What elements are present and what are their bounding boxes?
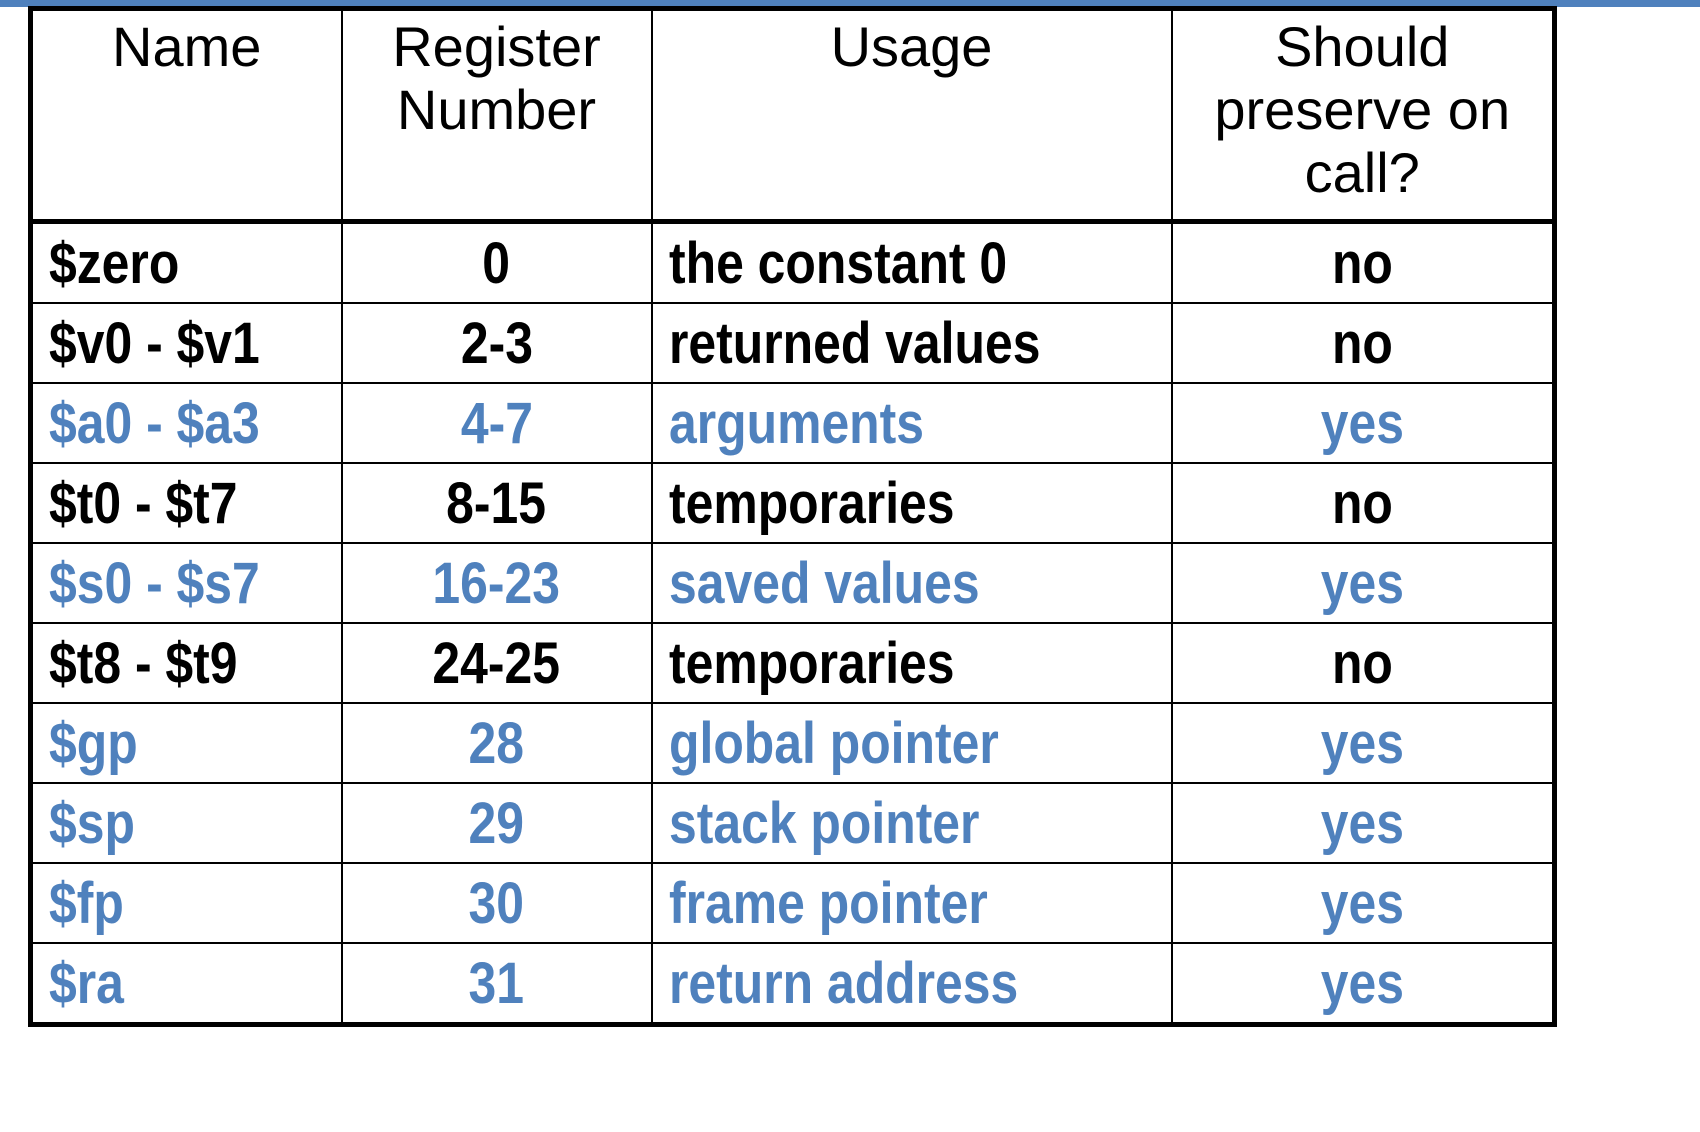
- table-row: $zero 0 the constant 0 no: [29, 220, 1556, 304]
- cell-preserve-text: no: [1331, 310, 1393, 376]
- table-row: $ra 31 return address yes: [29, 942, 1556, 1026]
- cell-register-name-text: $ra: [49, 950, 124, 1016]
- cell-register-number: 28: [340, 702, 653, 784]
- cell-preserve: no: [1170, 220, 1556, 304]
- cell-register-number-text: 24-25: [432, 630, 561, 696]
- cell-usage: global pointer: [650, 702, 1173, 784]
- cell-usage: temporaries: [650, 462, 1173, 544]
- cell-register-name: $sp: [29, 782, 343, 864]
- cell-usage-text: arguments: [668, 390, 924, 456]
- cell-usage-text: returned values: [668, 310, 1040, 376]
- table-row: $sp 29 stack pointer yes: [29, 782, 1556, 864]
- cell-preserve-text: yes: [1320, 870, 1404, 936]
- cell-usage: returned values: [650, 302, 1173, 384]
- cell-register-number: 2-3: [340, 302, 653, 384]
- table-row: $t0 - $t7 8-15 temporaries no: [29, 462, 1556, 544]
- register-table-container: Name Register Number Usage Should preser…: [28, 6, 1557, 1027]
- cell-register-name-text: $zero: [49, 230, 180, 296]
- cell-register-name: $fp: [29, 862, 343, 944]
- cell-register-name-text: $fp: [49, 870, 124, 936]
- cell-preserve: no: [1170, 302, 1556, 384]
- cell-preserve-text: no: [1331, 470, 1393, 536]
- cell-preserve-text: yes: [1320, 710, 1404, 776]
- cell-preserve-text: no: [1331, 630, 1393, 696]
- cell-register-number: 30: [340, 862, 653, 944]
- header-register-number: Register Number: [340, 7, 653, 223]
- cell-preserve: no: [1170, 462, 1556, 544]
- cell-preserve: yes: [1170, 862, 1556, 944]
- cell-preserve-text: yes: [1320, 950, 1404, 1016]
- cell-usage-text: return address: [668, 950, 1018, 1016]
- table-row: $v0 - $v1 2-3 returned values no: [29, 302, 1556, 384]
- cell-register-name: $ra: [29, 942, 343, 1026]
- cell-preserve: yes: [1170, 542, 1556, 624]
- cell-register-name-text: $t0 - $t7: [49, 470, 238, 536]
- cell-register-name: $a0 - $a3: [29, 382, 343, 464]
- cell-register-name-text: $a0 - $a3: [49, 390, 260, 456]
- cell-usage-text: temporaries: [668, 470, 955, 536]
- cell-register-number-text: 0: [482, 230, 511, 296]
- cell-preserve: yes: [1170, 782, 1556, 864]
- cell-register-name-text: $gp: [49, 710, 138, 776]
- cell-register-number-text: 30: [468, 870, 525, 936]
- cell-register-name-text: $sp: [49, 790, 135, 856]
- cell-preserve: yes: [1170, 942, 1556, 1026]
- header-name: Name: [29, 7, 343, 223]
- cell-register-number: 8-15: [340, 462, 653, 544]
- cell-usage: the constant 0: [650, 220, 1173, 304]
- cell-usage: temporaries: [650, 622, 1173, 704]
- cell-register-number-text: 8-15: [446, 470, 547, 536]
- cell-register-name: $v0 - $v1: [29, 302, 343, 384]
- cell-register-name-text: $v0 - $v1: [49, 310, 260, 376]
- cell-usage-text: frame pointer: [668, 870, 988, 936]
- cell-preserve: yes: [1170, 702, 1556, 784]
- cell-register-name-text: $s0 - $s7: [49, 550, 260, 616]
- cell-register-number-text: 31: [468, 950, 525, 1016]
- cell-register-name: $gp: [29, 702, 343, 784]
- cell-register-name: $t0 - $t7: [29, 462, 343, 544]
- cell-usage-text: stack pointer: [668, 790, 979, 856]
- cell-preserve-text: no: [1331, 230, 1393, 296]
- cell-preserve-text: yes: [1320, 390, 1404, 456]
- cell-register-number-text: 28: [468, 710, 525, 776]
- header-preserve-on-call: Should preserve on call?: [1170, 7, 1556, 223]
- cell-usage-text: the constant 0: [668, 230, 1007, 296]
- table-row: $t8 - $t9 24-25 temporaries no: [29, 622, 1556, 704]
- cell-usage: arguments: [650, 382, 1173, 464]
- cell-register-name: $s0 - $s7: [29, 542, 343, 624]
- cell-register-number: 4-7: [340, 382, 653, 464]
- cell-preserve: yes: [1170, 382, 1556, 464]
- cell-preserve-text: yes: [1320, 790, 1404, 856]
- cell-preserve-text: yes: [1320, 550, 1404, 616]
- table-header-row: Name Register Number Usage Should preser…: [29, 7, 1556, 223]
- cell-register-number-text: 29: [468, 790, 525, 856]
- table-row: $a0 - $a3 4-7 arguments yes: [29, 382, 1556, 464]
- cell-register-name-text: $t8 - $t9: [49, 630, 238, 696]
- cell-register-number-text: 2-3: [460, 310, 533, 376]
- mips-register-table: Name Register Number Usage Should preser…: [28, 6, 1557, 1027]
- cell-register-number: 29: [340, 782, 653, 864]
- cell-preserve: no: [1170, 622, 1556, 704]
- cell-register-name: $zero: [29, 220, 343, 304]
- cell-register-number: 24-25: [340, 622, 653, 704]
- cell-register-number-text: 4-7: [460, 390, 533, 456]
- cell-usage: stack pointer: [650, 782, 1173, 864]
- cell-usage: frame pointer: [650, 862, 1173, 944]
- cell-usage: return address: [650, 942, 1173, 1026]
- cell-register-number: 16-23: [340, 542, 653, 624]
- table-body: $zero 0 the constant 0 no $v0 - $v1 2-3 return…: [29, 220, 1556, 1026]
- table-row: $s0 - $s7 16-23 saved values yes: [29, 542, 1556, 624]
- cell-usage: saved values: [650, 542, 1173, 624]
- cell-usage-text: global pointer: [668, 710, 999, 776]
- header-usage: Usage: [650, 7, 1173, 223]
- table-row: $gp 28 global pointer yes: [29, 702, 1556, 784]
- cell-register-number-text: 16-23: [432, 550, 561, 616]
- cell-register-number: 31: [340, 942, 653, 1026]
- cell-register-name: $t8 - $t9: [29, 622, 343, 704]
- table-row: $fp 30 frame pointer yes: [29, 862, 1556, 944]
- cell-usage-text: saved values: [668, 550, 980, 616]
- cell-register-number: 0: [340, 220, 653, 304]
- cell-usage-text: temporaries: [668, 630, 955, 696]
